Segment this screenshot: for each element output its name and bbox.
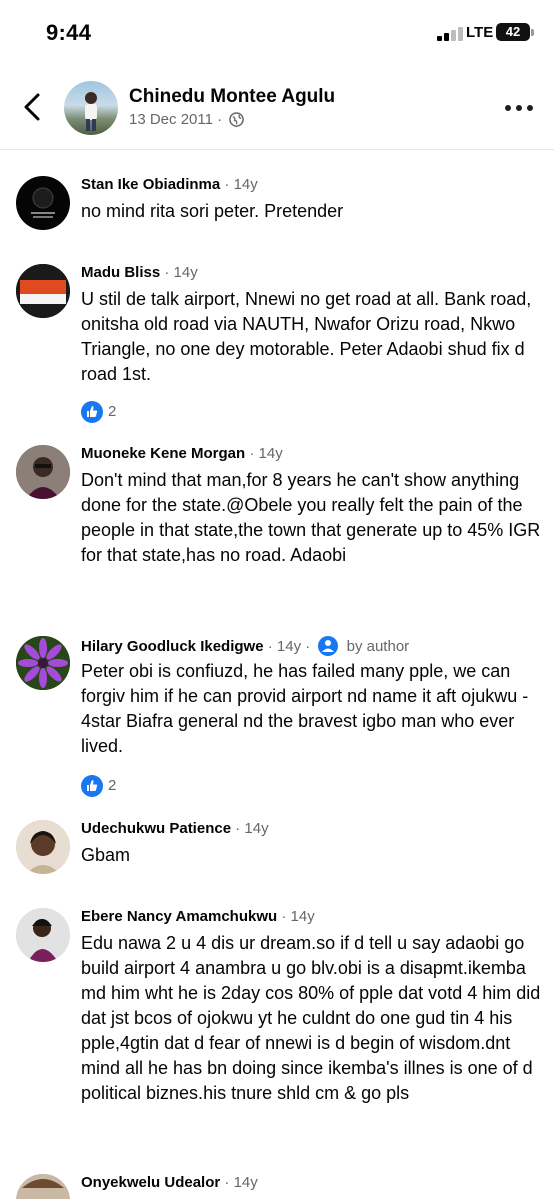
author-avatar[interactable] (64, 81, 118, 135)
status-bar: 9:44 LTE 42 (0, 0, 554, 66)
author-badge-icon (318, 636, 339, 656)
back-button[interactable] (18, 92, 48, 122)
flower-photo-icon (16, 636, 70, 690)
comment-time[interactable]: 14y (234, 176, 258, 193)
comment-time[interactable]: 14y (291, 908, 315, 925)
post-author-name[interactable]: Chinedu Montee Agulu (129, 86, 335, 108)
commenter-avatar[interactable] (16, 1174, 70, 1199)
person-photo-icon (16, 908, 70, 962)
comment-time[interactable]: 14y (259, 445, 283, 462)
more-options-button[interactable] (505, 102, 537, 114)
commenter-name[interactable]: Hilary Goodluck Ikedigwe (81, 638, 264, 655)
network-label: LTE (466, 24, 494, 41)
commenter-name[interactable]: Stan Ike Obiadinma (81, 176, 220, 193)
commenter-avatar[interactable] (16, 176, 70, 230)
like-count: 2 (108, 403, 117, 420)
battery-cap (531, 29, 534, 36)
comment-text: no mind rita sori peter. Pretender (81, 201, 344, 221)
open-doors-logo (16, 264, 70, 318)
avatar-image-icon (31, 187, 55, 218)
chevron-left-icon (24, 93, 40, 121)
comment-text: Gbam (81, 845, 131, 865)
comment-time[interactable]: 14y (234, 1174, 258, 1191)
comment-text: Don't mind that man,for 8 years he can't… (81, 470, 541, 565)
person-photo-icon (16, 820, 70, 874)
post-header: Chinedu Montee Agulu 13 Dec 2011 · (0, 66, 554, 150)
status-time: 9:44 (46, 20, 92, 45)
comment-time[interactable]: 14y (277, 638, 301, 655)
comment-time[interactable]: 14y (174, 264, 198, 281)
person-photo-icon (85, 92, 97, 131)
comment-text: U stil de talk airport, Nnewi no get roa… (81, 289, 532, 384)
commenter-avatar[interactable] (16, 820, 70, 874)
comment-text: Peter obi is confiuzd, he has failed man… (81, 661, 529, 756)
person-photo-icon (16, 445, 70, 499)
commenter-name[interactable]: Udechukwu Patience (81, 820, 231, 837)
battery-icon: 42 (496, 23, 530, 41)
comment-time[interactable]: 14y (244, 820, 268, 837)
commenter-avatar[interactable] (16, 636, 70, 690)
commenter-name[interactable]: Muoneke Kene Morgan (81, 445, 245, 462)
commenter-name[interactable]: Onyekwelu Udealor (81, 1174, 220, 1191)
commenter-avatar[interactable] (16, 264, 70, 318)
globe-icon (229, 112, 244, 127)
by-author-label: by author (346, 638, 410, 655)
commenter-avatar[interactable] (16, 908, 70, 962)
person-photo-icon (16, 1174, 70, 1199)
like-count: 2 (108, 777, 117, 794)
like-icon (81, 775, 103, 797)
post-date[interactable]: 13 Dec 2011 · (129, 111, 222, 128)
comment-text: Edu nawa 2 u 4 dis ur dream.so if d tell… (81, 933, 541, 1103)
commenter-name[interactable]: Ebere Nancy Amamchukwu (81, 908, 277, 925)
like-icon (81, 401, 103, 423)
signal-icon (437, 25, 463, 41)
commenter-name[interactable]: Madu Bliss (81, 264, 160, 281)
commenter-avatar[interactable] (16, 445, 70, 499)
